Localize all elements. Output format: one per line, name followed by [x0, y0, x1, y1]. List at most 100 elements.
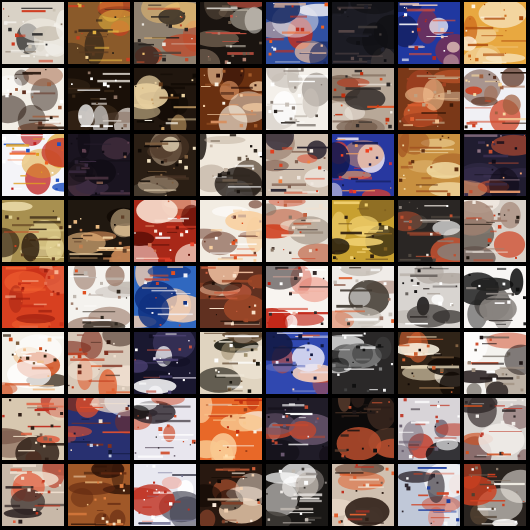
sample-image — [266, 200, 328, 262]
sample-image — [464, 332, 526, 394]
sample-image — [332, 398, 394, 460]
sample-image — [332, 332, 394, 394]
sample-image — [464, 200, 526, 262]
generated-sample-tile — [266, 2, 328, 64]
sample-image — [398, 134, 460, 196]
sample-image — [2, 464, 64, 526]
generated-sample-tile — [398, 332, 460, 394]
sample-image — [2, 332, 64, 394]
generated-sample-tile — [398, 68, 460, 130]
sample-image — [200, 266, 262, 328]
sample-image — [332, 200, 394, 262]
sample-image — [134, 398, 196, 460]
sample-image — [266, 2, 328, 64]
generated-sample-tile — [2, 266, 64, 328]
generated-sample-tile — [134, 200, 196, 262]
generated-sample-tile — [266, 200, 328, 262]
generated-sample-tile — [332, 68, 394, 130]
sample-image — [332, 2, 394, 64]
generated-sample-tile — [134, 2, 196, 64]
sample-image — [266, 68, 328, 130]
sample-image — [398, 200, 460, 262]
sample-image — [332, 68, 394, 130]
generated-sample-tile — [2, 134, 64, 196]
generated-sample-tile — [2, 332, 64, 394]
generated-sample-tile — [134, 332, 196, 394]
sample-image — [464, 2, 526, 64]
generated-sample-tile — [398, 398, 460, 460]
generated-sample-tile — [398, 2, 460, 64]
sample-image — [200, 134, 262, 196]
generated-sample-tile — [200, 200, 262, 262]
generated-sample-tile — [332, 266, 394, 328]
sample-image — [398, 68, 460, 130]
sample-image — [200, 332, 262, 394]
generated-sample-tile — [68, 68, 130, 130]
sample-image — [2, 134, 64, 196]
generated-sample-tile — [332, 398, 394, 460]
sample-image — [134, 68, 196, 130]
sample-image — [266, 266, 328, 328]
sample-image — [398, 266, 460, 328]
generated-sample-tile — [200, 68, 262, 130]
generated-sample-tile — [68, 266, 130, 328]
sample-image — [464, 68, 526, 130]
generated-sample-tile — [332, 134, 394, 196]
generated-sample-tile — [266, 68, 328, 130]
generated-sample-tile — [398, 200, 460, 262]
generated-sample-tile — [68, 2, 130, 64]
generated-sample-tile — [464, 200, 526, 262]
sample-image — [398, 398, 460, 460]
sample-image — [68, 2, 130, 64]
generated-sample-tile — [200, 464, 262, 526]
sample-image — [68, 134, 130, 196]
generated-sample-tile — [68, 398, 130, 460]
generated-sample-tile — [332, 332, 394, 394]
sample-image — [134, 200, 196, 262]
generated-sample-tile — [68, 464, 130, 526]
sample-image — [464, 398, 526, 460]
sample-image — [464, 266, 526, 328]
generated-sample-tile — [266, 398, 328, 460]
generated-sample-tile — [464, 134, 526, 196]
sample-image — [200, 464, 262, 526]
sample-image — [68, 332, 130, 394]
generated-sample-tile — [464, 2, 526, 64]
generated-sample-tile — [398, 464, 460, 526]
generated-sample-tile — [266, 266, 328, 328]
sample-image-grid — [0, 0, 530, 530]
generated-sample-tile — [266, 134, 328, 196]
sample-image — [134, 134, 196, 196]
generated-sample-tile — [68, 332, 130, 394]
generated-sample-tile — [332, 464, 394, 526]
generated-sample-tile — [68, 200, 130, 262]
generated-sample-tile — [332, 200, 394, 262]
generated-sample-tile — [200, 134, 262, 196]
sample-image — [464, 464, 526, 526]
generated-sample-tile — [2, 398, 64, 460]
generated-sample-tile — [2, 68, 64, 130]
generated-sample-tile — [2, 200, 64, 262]
sample-image — [266, 332, 328, 394]
generated-sample-tile — [332, 2, 394, 64]
sample-image — [464, 134, 526, 196]
sample-image — [266, 464, 328, 526]
generated-sample-tile — [134, 398, 196, 460]
generated-sample-tile — [398, 266, 460, 328]
generated-sample-tile — [134, 134, 196, 196]
generated-sample-tile — [2, 2, 64, 64]
sample-image — [398, 332, 460, 394]
sample-image — [68, 266, 130, 328]
sample-image — [266, 398, 328, 460]
sample-image — [200, 2, 262, 64]
generated-sample-tile — [2, 464, 64, 526]
generated-sample-tile — [134, 464, 196, 526]
sample-image — [398, 464, 460, 526]
generated-sample-tile — [134, 266, 196, 328]
sample-image — [68, 464, 130, 526]
generated-sample-tile — [134, 68, 196, 130]
generated-sample-tile — [200, 398, 262, 460]
sample-image — [266, 134, 328, 196]
sample-image — [2, 2, 64, 64]
generated-sample-tile — [464, 464, 526, 526]
